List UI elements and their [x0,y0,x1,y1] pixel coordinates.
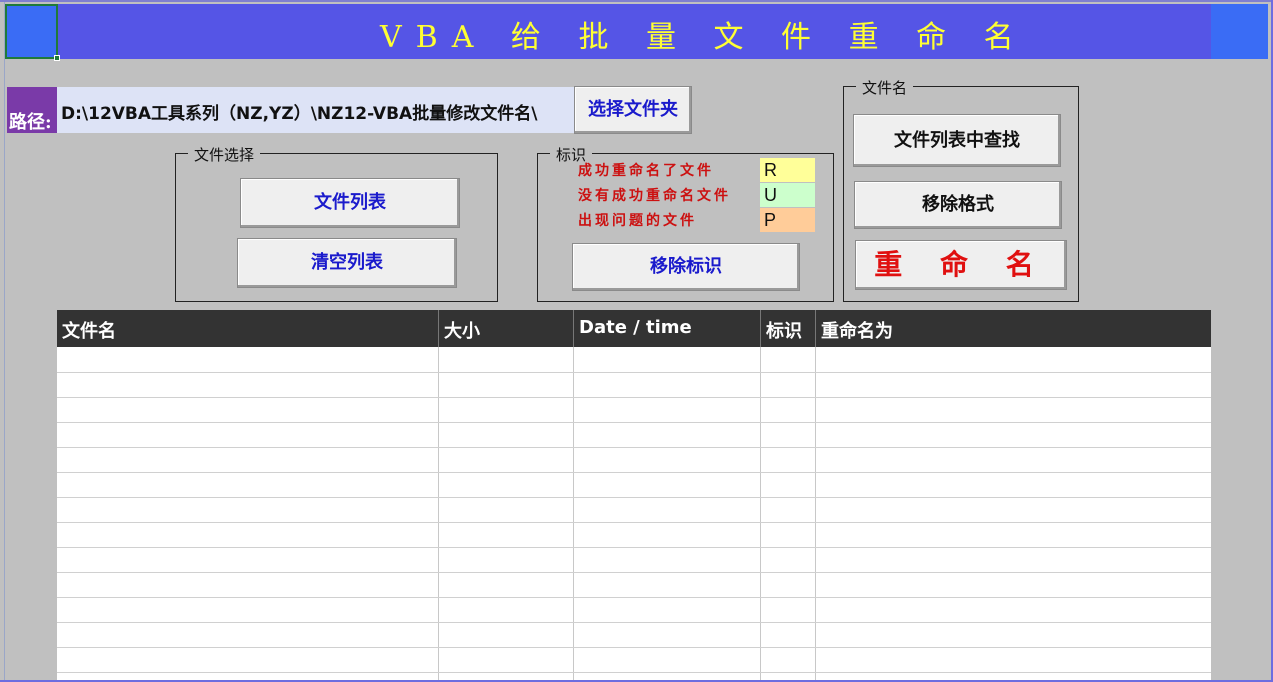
fill-handle[interactable] [54,55,60,61]
column-header-filename[interactable]: 文件名 [57,310,438,347]
filename-group: 文件名 文件列表中查找 移除格式 重 命 名 [843,77,1079,302]
file-list-button[interactable]: 文件列表 [240,178,460,228]
table-row[interactable] [57,522,1211,523]
file-table: 文件名 大小 Date / time 标识 重命名为 [57,310,1211,682]
clear-list-button[interactable]: 清空列表 [237,238,457,288]
table-row[interactable] [57,472,1211,473]
table-row[interactable] [57,447,1211,448]
legend-code-r: R [760,158,815,182]
legend-code-p: P [760,208,815,232]
legend-row-not-renamed: 没有成功重命名文件 [578,185,731,209]
file-select-group-label: 文件选择 [188,144,261,165]
file-select-group: 文件选择 文件列表 清空列表 [175,144,498,302]
table-row[interactable] [57,672,1211,673]
path-input[interactable]: D:\12VBA工具系列（NZ,YZ）\NZ12-VBA批量修改文件名\ [57,87,574,133]
selected-cell[interactable] [5,4,60,61]
table-row[interactable] [57,622,1211,623]
find-in-list-button[interactable]: 文件列表中查找 [853,114,1061,167]
column-header-size[interactable]: 大小 [438,310,573,347]
legend-text-renamed: 成功重命名了文件 [578,163,714,179]
select-folder-button[interactable]: 选择文件夹 [574,86,692,134]
table-row[interactable] [57,422,1211,423]
left-row-strip [0,0,5,682]
remove-format-button[interactable]: 移除格式 [854,181,1062,229]
table-row[interactable] [57,397,1211,398]
table-row[interactable] [57,572,1211,573]
legend-text-problem: 出现问题的文件 [578,213,697,229]
table-row[interactable] [57,372,1211,373]
marker-group: 标识 成功重命名了文件 R 没有成功重命名文件 U 出现问题的文件 P 移除标识 [537,144,834,302]
table-row[interactable] [57,597,1211,598]
spreadsheet-page: VBA 给 批 量 文 件 重 命 名 路径: D:\12VBA工具系列（NZ,… [0,0,1273,682]
column-header-rename-to[interactable]: 重命名为 [815,310,1211,347]
legend-row-problem: 出现问题的文件 [578,210,697,234]
column-header-datetime[interactable]: Date / time [573,310,760,347]
rename-button[interactable]: 重 命 名 [855,240,1067,290]
legend-row-renamed: 成功重命名了文件 [578,160,714,184]
table-row[interactable] [57,497,1211,498]
legend-text-not-renamed: 没有成功重命名文件 [578,188,731,204]
legend-code-u: U [760,183,815,207]
window-frame-top [0,0,1273,2]
path-label: 路径: [7,87,57,133]
table-row[interactable] [57,547,1211,548]
column-header-marker[interactable]: 标识 [760,310,815,347]
table-header: 文件名 大小 Date / time 标识 重命名为 [57,310,1211,347]
remove-markers-button[interactable]: 移除标识 [572,243,800,291]
title-right-cell [1211,4,1268,59]
filename-group-label: 文件名 [856,77,914,98]
table-row[interactable] [57,647,1211,648]
page-title: VBA 给 批 量 文 件 重 命 名 [380,20,1028,55]
